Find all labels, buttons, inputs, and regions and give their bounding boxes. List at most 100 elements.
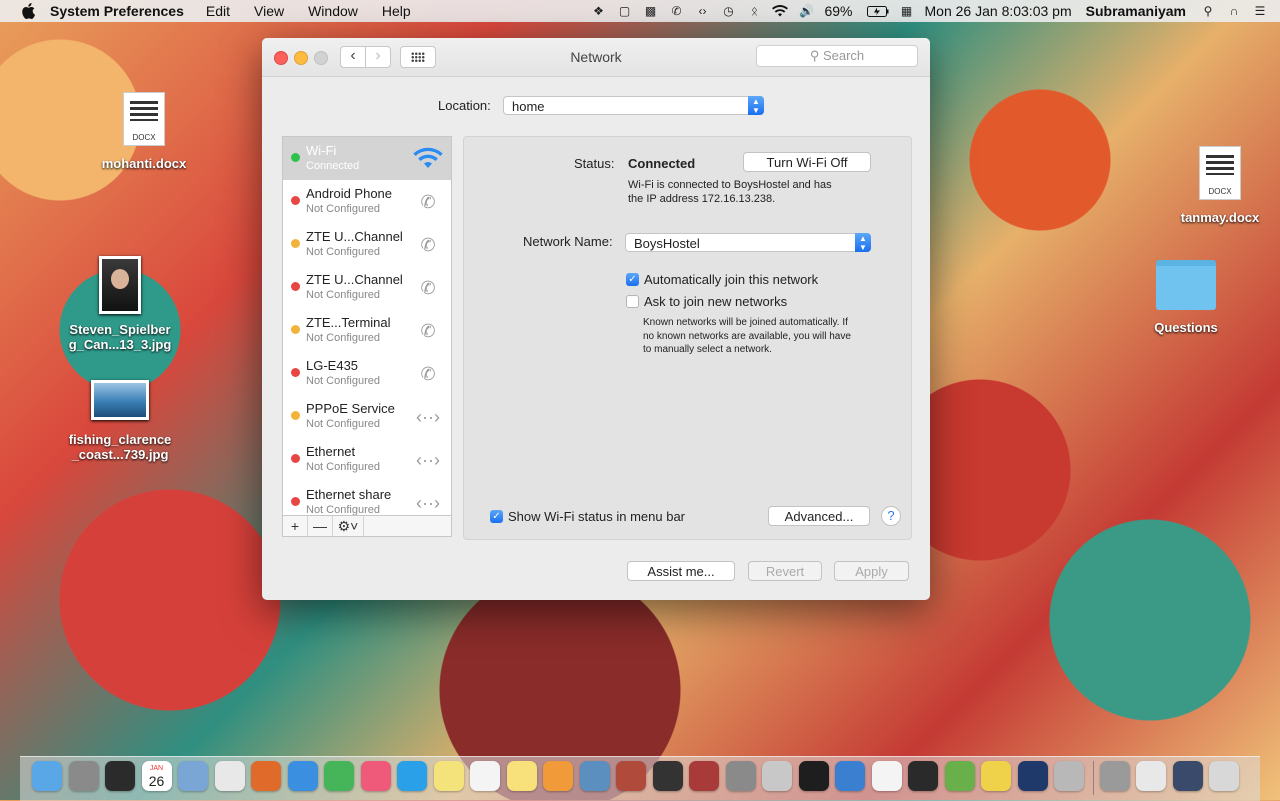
service-item[interactable]: PPPoE Service Not Configured ‹··› [283,395,451,438]
clock[interactable]: Mon 26 Jan 8:03:03 pm [925,3,1072,19]
photo-slideshow-icon[interactable] [616,761,646,791]
desktop-file-spielberg[interactable]: Steven_Spielber g_Can...13_3.jpg [64,256,176,352]
time-machine-icon[interactable]: ◷ [720,4,736,18]
battery-icon[interactable] [866,4,889,18]
documents-stack-icon[interactable] [1136,761,1166,791]
skype-icon[interactable] [397,761,427,791]
calendar-icon[interactable]: ▦ [899,4,915,18]
status-value: Connected [628,156,696,171]
desktop-file-tanmay[interactable]: DOCX tanmay.docx [1174,146,1266,225]
gear-menu-button[interactable]: ⚙˅ [333,516,364,536]
auto-join-label[interactable]: Automatically join this network [644,272,818,287]
service-item[interactable]: Android Phone Not Configured ✆ [283,180,451,223]
desktop-file-label: fishing_clarence [68,432,172,447]
dock: JAN 26 [20,756,1260,801]
edit-menu[interactable]: Edit [206,3,230,19]
bluetooth-icon[interactable]: ᛟ [746,4,762,18]
show-wifi-status-checkbox[interactable]: ✓ [490,510,503,523]
itunes-icon[interactable] [360,761,391,791]
desktop-file-mohanti[interactable]: DOCX mohanti.docx [98,92,190,171]
network-name-label: Network Name: [523,234,613,249]
radiation-icon[interactable] [652,761,683,791]
dictionary-icon[interactable] [689,761,719,791]
status-description: Wi-Fi is connected to BoysHostel and has… [628,178,832,206]
memory-icon[interactable]: ▩ [642,4,658,18]
iphoto-icon[interactable] [579,761,610,791]
status-dot [291,454,300,463]
stickies-icon[interactable] [433,761,464,791]
system-preferences-icon[interactable] [725,761,756,791]
network-name-select[interactable]: BoysHostel ▲ ▼ [625,233,871,252]
image-capture-icon[interactable] [1054,761,1084,791]
facetime-icon[interactable] [324,761,354,791]
vpn-icon[interactable]: ∩ [1226,4,1242,18]
code-icon[interactable]: ‹› [694,4,710,18]
dropbox-icon[interactable]: ❖ [590,4,606,18]
ask-join-checkbox[interactable] [626,295,639,308]
assist-me-button[interactable]: Assist me... [627,561,735,581]
downloads-stack-icon[interactable] [1099,761,1130,791]
safari-icon[interactable] [287,761,318,791]
paint-icon[interactable] [981,761,1011,791]
finder-icon[interactable] [32,761,62,791]
wifi-icon[interactable] [772,4,789,18]
window-menu[interactable]: Window [308,3,358,19]
photoshop-icon[interactable] [1017,761,1048,791]
preview-icon[interactable] [178,761,208,791]
trash-icon[interactable] [1209,761,1239,791]
ask-join-label[interactable]: Ask to join new networks [644,294,787,309]
textedit-icon[interactable] [470,761,500,791]
help-menu[interactable]: Help [382,3,411,19]
utorrent-icon[interactable] [944,761,975,791]
window-titlebar[interactable]: ‹ › Network ⚲ Search [262,38,930,77]
display-icon[interactable]: ▢ [616,4,632,18]
screenshot-stack-icon[interactable] [1172,761,1203,791]
location-select[interactable]: home ▲ ▼ [503,96,764,115]
desktop-file-fishing[interactable]: fishing_clarence _coast...739.jpg [64,380,176,462]
service-item[interactable]: LG-E435 Not Configured ✆ [283,352,451,395]
search-field[interactable]: ⚲ Search [756,45,918,67]
service-item[interactable]: ZTE U...Channel Not Configured ✆ [283,266,451,309]
photo-booth-icon[interactable] [105,761,135,791]
notes-icon[interactable] [506,761,537,791]
wifi-detail-panel: Status: Connected Turn Wi-Fi Off Wi-Fi i… [463,136,912,540]
pages-icon[interactable] [871,761,902,791]
service-item[interactable]: ZTE U...Channel Not Configured ✆ [283,223,451,266]
revert-button[interactable]: Revert [748,561,822,581]
terminal-icon[interactable] [798,761,829,791]
network-preferences-window: ‹ › Network ⚲ Search Location: home ▲ ▼ W… [262,38,930,600]
service-item[interactable]: Ethernet Not Configured ‹··› [283,438,451,481]
view-menu[interactable]: View [254,3,284,19]
phone-icon[interactable]: ✆ [668,4,684,18]
image-file-icon [91,380,149,420]
show-wifi-status-label[interactable]: Show Wi-Fi status in menu bar [508,509,685,524]
service-item[interactable]: ZTE...Terminal Not Configured ✆ [283,309,451,352]
service-item[interactable]: Wi-Fi Connected [283,137,451,180]
ask-join-description: Known networks will be joined automatica… [643,316,851,357]
add-service-button[interactable]: + [283,516,308,536]
user-name[interactable]: Subramaniyam [1086,3,1186,19]
chrome-icon[interactable] [214,761,245,791]
xcode-icon[interactable] [835,761,865,791]
activity-monitor-icon[interactable] [908,761,938,791]
volume-icon[interactable]: 🔊 [798,4,814,18]
launchpad-icon[interactable] [68,761,99,791]
battery-percent: 69% [824,3,853,19]
notification-center-icon[interactable]: ☰ [1252,4,1268,18]
app-menu[interactable]: System Preferences [50,3,184,19]
help-button[interactable]: ? [881,506,901,526]
spotlight-icon[interactable]: ⚲ [1200,4,1216,18]
service-status: Not Configured [306,418,380,430]
ibooks-icon[interactable] [543,761,573,791]
remove-service-button[interactable]: — [308,516,333,536]
auto-join-checkbox[interactable]: ✓ [626,273,639,286]
apple-menu-icon[interactable] [20,3,36,19]
calendar-icon[interactable]: JAN 26 [141,761,172,791]
advanced-button[interactable]: Advanced... [768,506,870,526]
preview2-icon[interactable] [762,761,792,791]
firefox-icon[interactable] [251,761,281,791]
desktop-folder-questions[interactable]: Questions [1146,260,1226,335]
apply-button[interactable]: Apply [834,561,909,581]
folder-icon [1156,260,1216,310]
turn-wifi-off-button[interactable]: Turn Wi-Fi Off [743,152,871,172]
